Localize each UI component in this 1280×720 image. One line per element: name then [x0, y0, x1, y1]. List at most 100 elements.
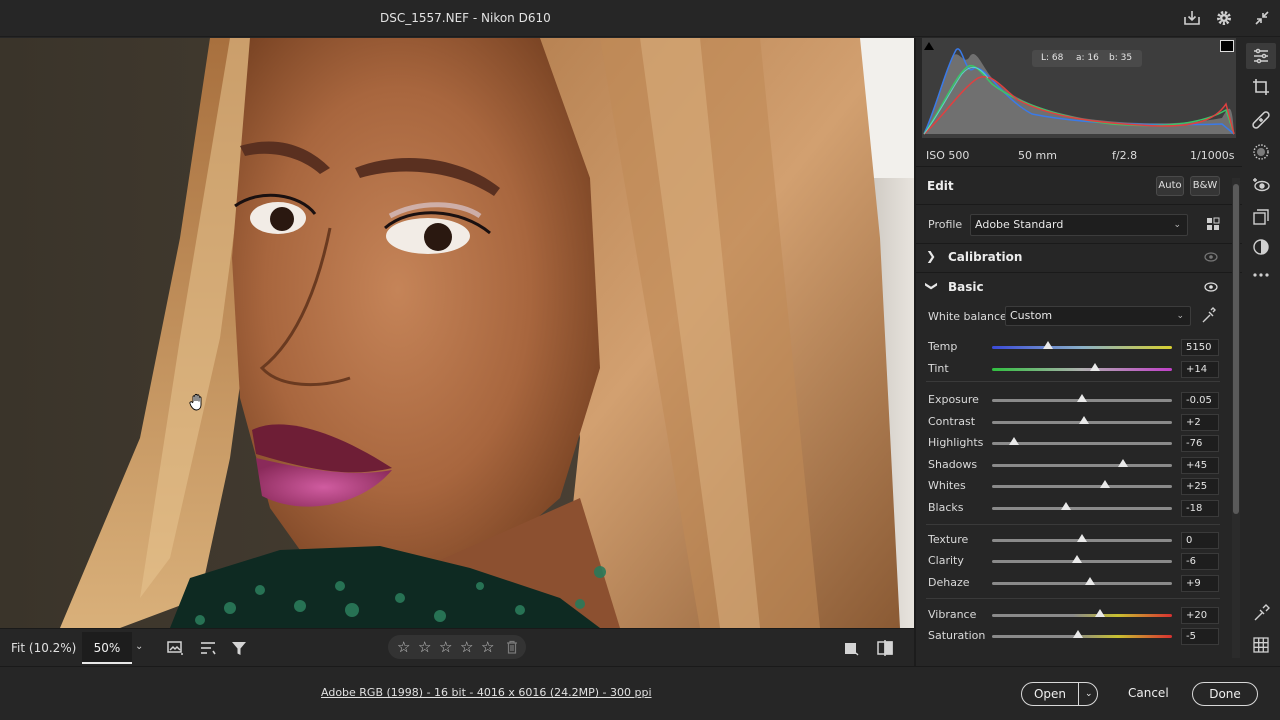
divider [916, 166, 1242, 167]
dehaze-label: Dehaze [928, 576, 970, 589]
chevron-right-icon: ❯ [926, 249, 937, 263]
whites-slider-thumb[interactable] [1099, 480, 1110, 488]
chevron-down-icon: ❯ [925, 280, 940, 292]
eye-icon[interactable] [1204, 252, 1218, 262]
temp-value-field[interactable]: 5150 [1181, 339, 1219, 356]
highlight-clipping-icon[interactable] [1220, 40, 1234, 52]
save-icon[interactable] [1182, 8, 1202, 28]
grid-overlay-icon[interactable] [1252, 636, 1270, 654]
collapse-icon[interactable] [1252, 8, 1272, 28]
whites-value-field[interactable]: +25 [1181, 478, 1219, 495]
edit-panel: L: 68 a: 16 b: 35 ISO 500 50 mm f/2.8 1/… [914, 38, 1242, 666]
profile-select[interactable]: Adobe Standard ⌄ [970, 214, 1188, 236]
section-basic[interactable]: ❯ Basic [916, 273, 1230, 301]
temp-slider-thumb[interactable] [1042, 341, 1053, 349]
dehaze-value-field[interactable]: +9 [1181, 575, 1219, 592]
done-button[interactable]: Done [1192, 682, 1258, 706]
contrast-slider-thumb[interactable] [1078, 416, 1089, 424]
divider [926, 381, 1220, 382]
sort-icon[interactable] [199, 639, 217, 657]
zoom-percent-option[interactable]: 50% [82, 632, 132, 664]
redeye-icon[interactable] [1252, 176, 1270, 194]
single-view-icon[interactable] [842, 639, 860, 657]
edit-sliders-icon[interactable] [1246, 43, 1276, 69]
section-calibration[interactable]: ❯ Calibration [916, 243, 1230, 271]
texture-value-field[interactable]: 0 [1181, 532, 1219, 549]
contrast-slider[interactable] [992, 416, 1172, 424]
exposure-value-field[interactable]: -0.05 [1181, 392, 1219, 409]
eyedropper-icon[interactable] [1202, 307, 1216, 323]
shadows-slider[interactable] [992, 459, 1172, 467]
zoom-dropdown-icon[interactable]: ⌄ [135, 641, 143, 652]
texture-slider-thumb[interactable] [1077, 534, 1087, 542]
exif-shutter: 1/1000s [1190, 149, 1235, 162]
crop-icon[interactable] [1252, 78, 1270, 96]
clarity-slider[interactable] [992, 555, 1172, 563]
saturation-slider[interactable] [992, 630, 1172, 638]
zoom-fit-option[interactable]: Fit (10.2%) [11, 641, 76, 655]
filter-icon[interactable] [230, 639, 248, 657]
tint-slider-thumb[interactable] [1089, 363, 1100, 371]
star-3-icon[interactable]: ☆ [439, 638, 452, 656]
auto-button[interactable]: Auto [1156, 176, 1184, 196]
clarity-value-field[interactable]: -6 [1181, 553, 1219, 570]
workflow-options-link[interactable]: Adobe RGB (1998) - 16 bit - 4016 x 6016 … [321, 686, 652, 699]
temp-slider[interactable] [992, 341, 1172, 349]
blacks-value-field[interactable]: -18 [1181, 500, 1219, 517]
star-4-icon[interactable]: ☆ [460, 638, 473, 656]
dehaze-slider[interactable] [992, 577, 1172, 585]
exposure-slider[interactable] [992, 394, 1172, 402]
snapshots-icon[interactable] [1252, 238, 1270, 256]
shadows-slider-thumb[interactable] [1117, 459, 1128, 467]
exposure-slider-thumb[interactable] [1077, 394, 1087, 402]
shadow-clipping-icon[interactable] [924, 40, 934, 50]
highlights-slider[interactable] [992, 437, 1172, 445]
saturation-value-field[interactable]: -5 [1181, 628, 1219, 645]
tint-value-field[interactable]: +14 [1181, 361, 1219, 378]
more-options-icon[interactable] [1252, 266, 1270, 284]
panel-scrollbar[interactable] [1232, 178, 1240, 658]
chevron-down-icon[interactable]: ⌄ [1085, 683, 1093, 705]
view-toolbar: Fit (10.2%) 50% ⌄ ☆ ☆ ☆ ☆ ☆ [0, 628, 914, 666]
cancel-button[interactable]: Cancel [1128, 686, 1169, 700]
blacks-slider-thumb[interactable] [1060, 502, 1071, 510]
eye-icon[interactable] [1204, 282, 1218, 292]
before-after-icon[interactable] [876, 639, 894, 657]
masking-icon[interactable] [1252, 143, 1270, 161]
contrast-value-field[interactable]: +2 [1181, 414, 1219, 431]
filmstrip-icon[interactable] [166, 639, 184, 657]
color-sampler-icon[interactable] [1252, 604, 1270, 622]
trash-icon[interactable] [506, 640, 518, 654]
highlights-value-field[interactable]: -76 [1181, 435, 1219, 452]
white-balance-select[interactable]: Custom ⌄ [1005, 306, 1191, 326]
open-button[interactable]: Open ⌄ [1021, 682, 1098, 706]
blacks-slider[interactable] [992, 502, 1172, 510]
vibrance-value-field[interactable]: +20 [1181, 607, 1219, 624]
scrollbar-thumb[interactable] [1233, 184, 1239, 514]
healing-icon[interactable] [1252, 111, 1270, 129]
vibrance-slider[interactable] [992, 609, 1172, 617]
star-5-icon[interactable]: ☆ [481, 638, 494, 656]
dehaze-slider-thumb[interactable] [1085, 577, 1096, 585]
divider [916, 204, 1242, 205]
tint-slider[interactable] [992, 363, 1172, 371]
profile-browser-icon[interactable] [1206, 217, 1220, 231]
edit-title: Edit [927, 179, 954, 193]
highlights-label: Highlights [928, 436, 984, 449]
profile-label: Profile [928, 218, 963, 231]
saturation-slider-thumb[interactable] [1072, 630, 1083, 638]
star-2-icon[interactable]: ☆ [418, 638, 431, 656]
photo-canvas[interactable] [0, 38, 914, 628]
clarity-slider-thumb[interactable] [1071, 555, 1082, 563]
highlights-slider-thumb[interactable] [1008, 437, 1019, 445]
gear-icon[interactable] [1214, 8, 1234, 28]
texture-slider[interactable] [992, 534, 1172, 542]
bw-button[interactable]: B&W [1190, 176, 1220, 196]
star-1-icon[interactable]: ☆ [397, 638, 410, 656]
texture-label: Texture [928, 533, 969, 546]
presets-icon[interactable] [1252, 208, 1270, 226]
tool-strip [1242, 38, 1280, 666]
vibrance-slider-thumb[interactable] [1095, 609, 1105, 617]
whites-slider[interactable] [992, 480, 1172, 488]
shadows-value-field[interactable]: +45 [1181, 457, 1219, 474]
